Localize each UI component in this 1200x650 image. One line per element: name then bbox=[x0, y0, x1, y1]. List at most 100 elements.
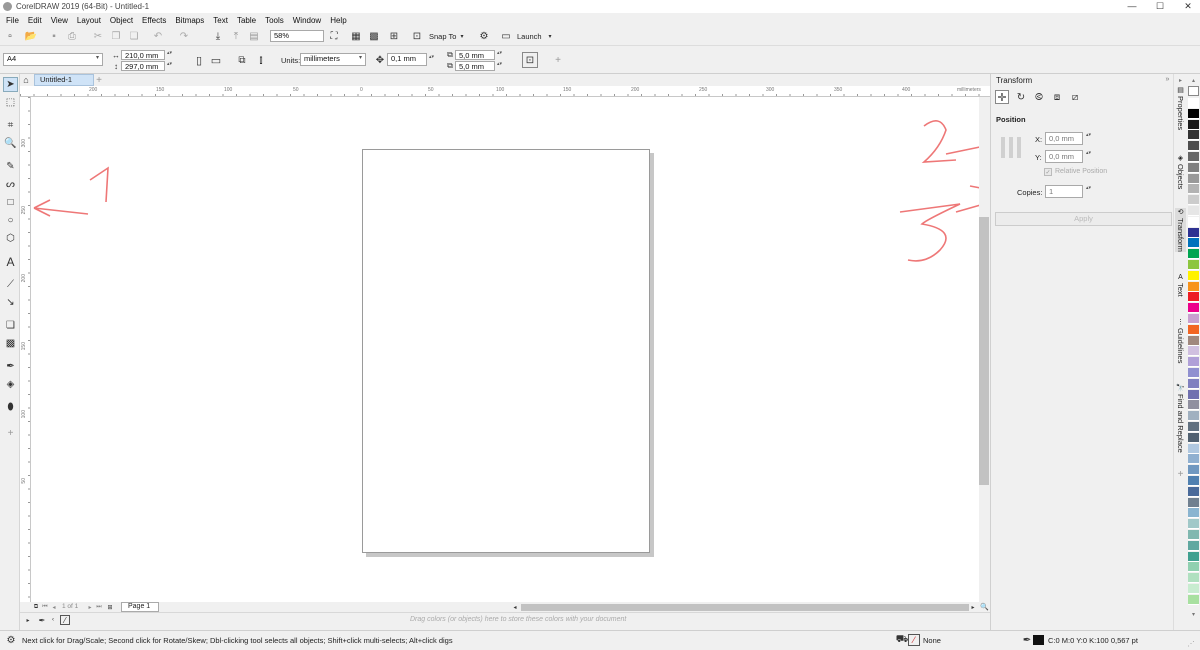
duplicate-y-field[interactable]: 5,0 mm bbox=[455, 61, 495, 71]
zoom-level-field[interactable]: 58% bbox=[270, 30, 324, 42]
add-page-icon[interactable]: ⊞ bbox=[106, 602, 114, 612]
outline-pen-icon[interactable]: ✒ bbox=[1022, 634, 1032, 646]
color-swatch[interactable] bbox=[1188, 335, 1199, 346]
anchor-grid[interactable] bbox=[1001, 137, 1022, 158]
document-tab[interactable]: Untitled-1 bbox=[34, 74, 94, 86]
color-swatch[interactable] bbox=[1188, 378, 1199, 389]
launch-dropdown-icon[interactable]: ▾ bbox=[546, 30, 554, 42]
apply-button[interactable]: Apply bbox=[995, 212, 1172, 226]
new-tab-icon[interactable]: + bbox=[94, 74, 104, 86]
add-toolbar-item-icon[interactable]: + bbox=[552, 54, 564, 66]
color-swatch[interactable] bbox=[1188, 216, 1199, 227]
shape-tool-icon[interactable]: ⬚ bbox=[3, 95, 18, 110]
undo-icon[interactable]: ↶ bbox=[152, 30, 164, 42]
page-width-spinner[interactable]: ▴▾ bbox=[166, 51, 173, 56]
copies-field[interactable]: 1 bbox=[1045, 185, 1083, 198]
show-guidelines-icon[interactable]: ⊞ bbox=[388, 30, 400, 42]
no-fill-swatch[interactable] bbox=[1188, 86, 1199, 96]
copies-spinner[interactable]: ▴▾ bbox=[1085, 186, 1092, 191]
page-width-field[interactable]: 210,0 mm bbox=[121, 50, 165, 60]
page-height-field[interactable]: 297,0 mm bbox=[121, 61, 165, 71]
tab-guidelines[interactable]: ⋮ Guidelines bbox=[1175, 318, 1186, 363]
color-swatch[interactable] bbox=[1188, 184, 1199, 195]
drop-shadow-tool-icon[interactable]: ❏ bbox=[3, 318, 18, 333]
color-swatch[interactable] bbox=[1188, 400, 1199, 411]
menu-help[interactable]: Help bbox=[330, 16, 346, 25]
freehand-tool-icon[interactable]: ✎ bbox=[3, 159, 18, 174]
page-navigator-icon[interactable]: ⧉ bbox=[32, 602, 40, 612]
menu-edit[interactable]: Edit bbox=[28, 16, 42, 25]
options-gear-icon[interactable]: ⚙ bbox=[478, 30, 490, 42]
outline-status[interactable]: C:0 M:0 Y:0 K:100 0,567 pt bbox=[1048, 636, 1138, 645]
print-icon[interactable]: ⎙ bbox=[66, 30, 78, 42]
color-swatch[interactable] bbox=[1188, 497, 1199, 508]
snap-to-dropdown-icon[interactable]: ▾ bbox=[458, 30, 466, 42]
page-height-spinner[interactable]: ▴▾ bbox=[166, 62, 173, 67]
color-swatch[interactable] bbox=[1188, 249, 1199, 260]
transparency-tool-icon[interactable]: ▩ bbox=[3, 336, 18, 351]
color-swatch[interactable] bbox=[1188, 486, 1199, 497]
color-swatch[interactable] bbox=[1188, 389, 1199, 400]
color-swatch[interactable] bbox=[1188, 227, 1199, 238]
color-swatch[interactable] bbox=[1188, 573, 1199, 584]
portrait-icon[interactable]: ▯ bbox=[194, 54, 204, 67]
color-swatch[interactable] bbox=[1188, 119, 1199, 130]
color-swatch[interactable] bbox=[1188, 540, 1199, 551]
quick-customize-icon[interactable]: + bbox=[3, 426, 18, 441]
color-swatch[interactable] bbox=[1188, 162, 1199, 173]
text-tool-icon[interactable]: A bbox=[3, 254, 18, 269]
prev-page-icon[interactable]: ◂ bbox=[50, 602, 58, 612]
page-tab[interactable]: Page 1 bbox=[121, 602, 159, 612]
scroll-right-icon[interactable]: ▸ bbox=[969, 602, 977, 612]
pick-tool-icon[interactable]: ➤ bbox=[3, 77, 18, 92]
units-select[interactable]: millimeters ▾ bbox=[300, 53, 366, 66]
palette-scroll-down-icon[interactable]: ▾ bbox=[1189, 610, 1198, 618]
paste-icon[interactable]: ❏ bbox=[128, 30, 140, 42]
docker-collapse-icon[interactable]: » bbox=[1163, 75, 1172, 84]
menu-window[interactable]: Window bbox=[293, 16, 321, 25]
menu-table[interactable]: Table bbox=[237, 16, 256, 25]
color-swatch[interactable] bbox=[1188, 303, 1199, 314]
color-swatch[interactable] bbox=[1188, 562, 1199, 573]
first-page-icon[interactable]: ⏮ bbox=[41, 602, 49, 612]
color-swatch[interactable] bbox=[1188, 551, 1199, 562]
new-document-icon[interactable]: ▫ bbox=[4, 30, 16, 42]
color-swatch[interactable] bbox=[1188, 206, 1199, 216]
crop-tool-icon[interactable]: ⌗ bbox=[3, 118, 18, 133]
color-swatch[interactable] bbox=[1188, 195, 1199, 206]
redo-icon[interactable]: ↷ bbox=[178, 30, 190, 42]
color-swatch[interactable] bbox=[1188, 454, 1199, 465]
relative-position-checkbox[interactable]: ✓ bbox=[1044, 168, 1052, 176]
close-button[interactable]: ✕ bbox=[1176, 0, 1200, 13]
parallel-dimension-tool-icon[interactable]: ⟋ bbox=[3, 277, 18, 292]
status-gear-icon[interactable]: ⚙ bbox=[5, 634, 17, 646]
color-swatch[interactable] bbox=[1188, 357, 1199, 368]
rotate-tab-icon[interactable]: ↻ bbox=[1015, 91, 1027, 103]
welcome-home-icon[interactable]: ⌂ bbox=[21, 74, 31, 86]
launch-icon[interactable]: ▭ bbox=[500, 30, 512, 42]
color-swatch[interactable] bbox=[1188, 238, 1199, 249]
color-swatch[interactable] bbox=[1188, 324, 1199, 335]
color-swatch[interactable] bbox=[1188, 476, 1199, 486]
color-swatch[interactable] bbox=[1188, 281, 1199, 292]
fill-status[interactable]: None bbox=[923, 636, 941, 645]
menu-file[interactable]: File bbox=[6, 16, 19, 25]
add-docker-icon[interactable]: + bbox=[1176, 469, 1185, 480]
color-swatch[interactable] bbox=[1188, 519, 1199, 530]
menu-view[interactable]: View bbox=[51, 16, 68, 25]
color-swatch[interactable] bbox=[1188, 411, 1199, 422]
color-swatch[interactable] bbox=[1188, 346, 1199, 357]
color-swatch[interactable] bbox=[1188, 141, 1199, 152]
open-icon[interactable]: 📂 bbox=[22, 30, 40, 42]
color-swatch[interactable] bbox=[1188, 152, 1199, 162]
y-spinner[interactable]: ▴▾ bbox=[1085, 151, 1092, 156]
size-tab-icon[interactable]: ⧈ bbox=[1051, 91, 1063, 103]
color-swatch[interactable] bbox=[1188, 584, 1199, 594]
rectangle-tool-icon[interactable]: □ bbox=[3, 195, 18, 210]
snap-to-label[interactable]: Snap To bbox=[429, 32, 456, 41]
menu-bitmaps[interactable]: Bitmaps bbox=[175, 16, 204, 25]
tab-properties[interactable]: ▤ Properties bbox=[1175, 86, 1186, 130]
next-page-icon[interactable]: ▸ bbox=[86, 602, 94, 612]
scale-mirror-tab-icon[interactable]: ⧀ bbox=[1033, 91, 1045, 103]
color-swatch[interactable] bbox=[1188, 260, 1199, 270]
